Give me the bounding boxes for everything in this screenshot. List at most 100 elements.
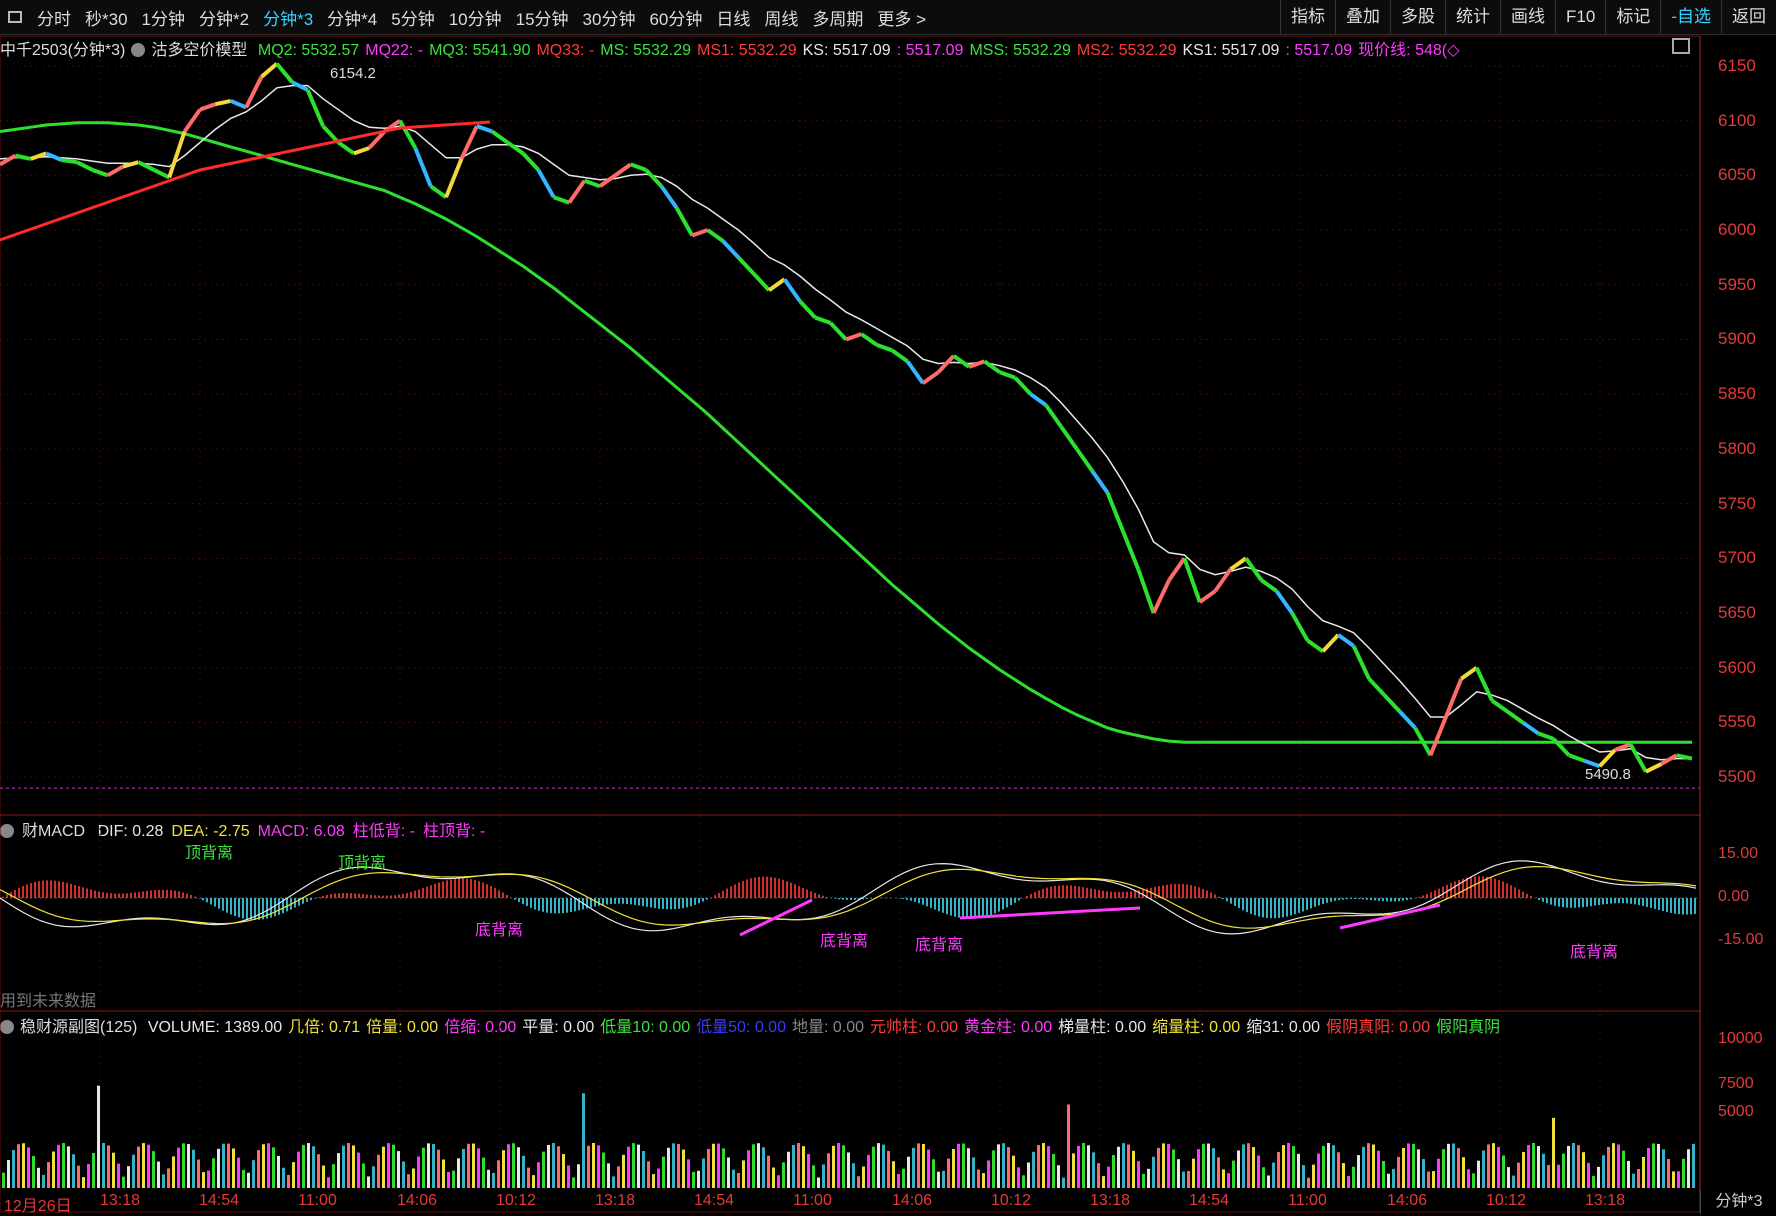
time-axis-label: 13:18	[100, 1192, 140, 1210]
price-segment	[1154, 580, 1169, 613]
price-segment	[769, 279, 784, 290]
price-segment	[1646, 764, 1661, 772]
ma-white-line	[0, 86, 1692, 760]
price-segment	[692, 230, 707, 235]
price-axis-label: 5550	[1718, 712, 1756, 732]
price-segment	[661, 186, 676, 208]
time-axis-label: 14:06	[1387, 1192, 1427, 1210]
price-segment	[923, 372, 938, 383]
macd-axis-label: -15.00	[1718, 931, 1763, 949]
dea-line	[0, 867, 1696, 929]
price-axis-label: 5650	[1718, 603, 1756, 623]
price-segment	[1323, 635, 1338, 651]
price-axis-label: 5500	[1718, 767, 1756, 787]
price-segment	[1246, 558, 1261, 580]
price-segment	[738, 257, 753, 273]
price-axis-label: 5700	[1718, 548, 1756, 568]
price-segment	[585, 181, 600, 186]
price-segment	[1077, 449, 1092, 471]
price-segment	[646, 170, 661, 186]
volume-axis-label: 7500	[1718, 1075, 1754, 1093]
price-segment	[1123, 531, 1138, 569]
time-axis-label: 14:54	[199, 1192, 239, 1210]
price-segment	[677, 208, 692, 235]
volume-axis-label: 10000	[1718, 1030, 1763, 1048]
price-segment	[400, 121, 415, 148]
price-segment	[415, 148, 430, 186]
price-segment	[477, 126, 492, 131]
price-segment	[446, 159, 461, 197]
price-segment	[754, 274, 769, 290]
price-segment	[1369, 679, 1384, 695]
price-segment	[215, 101, 230, 104]
time-axis-label: 11:00	[1288, 1192, 1327, 1210]
price-axis-label: 5600	[1718, 658, 1756, 678]
timeframe-indicator[interactable]: 分钟*3	[1700, 1190, 1776, 1214]
price-segment	[1507, 712, 1522, 723]
price-segment	[615, 164, 630, 175]
high-price-label: 6154.2	[330, 65, 376, 82]
price-axis-label: 6100	[1718, 111, 1756, 131]
price-axis-label: 5900	[1718, 329, 1756, 349]
volume-axis-label: 5000	[1718, 1103, 1754, 1121]
price-axis-label: 5850	[1718, 384, 1756, 404]
low-price-label: 5490.8	[1585, 766, 1631, 783]
divergence-label: 底背离	[915, 936, 963, 954]
time-axis-label: 10:12	[496, 1192, 536, 1210]
price-segment	[1261, 580, 1276, 591]
price-segment	[1400, 712, 1415, 728]
time-axis-label: 13:18	[595, 1192, 635, 1210]
price-segment	[62, 160, 77, 162]
price-segment	[1569, 755, 1584, 760]
ma-green-line	[0, 123, 1692, 742]
price-segment	[969, 361, 984, 366]
ma-red-line	[0, 122, 490, 240]
price-axis-label: 5950	[1718, 275, 1756, 295]
price-segment	[31, 153, 46, 158]
price-segment	[800, 301, 815, 317]
price-segment	[723, 241, 738, 257]
price-segment	[354, 148, 369, 153]
price-segment	[954, 356, 969, 367]
price-segment	[0, 156, 15, 165]
time-axis-label: 13:18	[1585, 1192, 1625, 1210]
price-segment	[861, 334, 876, 345]
price-segment	[831, 323, 846, 339]
price-segment	[1307, 640, 1322, 651]
price-segment	[554, 197, 569, 202]
time-axis-label: 13:18	[1090, 1192, 1130, 1210]
chart-canvas[interactable]: 6154.25490.8顶背离顶背离底背离底背离底背离底背离	[0, 0, 1776, 1214]
price-segment	[1000, 372, 1015, 377]
price-segment	[1354, 646, 1369, 679]
price-segment	[569, 181, 584, 203]
price-segment	[92, 170, 107, 175]
price-segment	[169, 132, 184, 178]
price-axis-label: 6150	[1718, 56, 1756, 76]
price-segment	[1338, 635, 1353, 646]
price-axis-label: 5750	[1718, 494, 1756, 514]
price-axis-label: 6050	[1718, 165, 1756, 185]
volume-bars	[2, 1086, 1695, 1188]
price-segment	[1031, 394, 1046, 405]
time-axis-label: 14:54	[694, 1192, 734, 1210]
price-segment	[892, 350, 907, 361]
price-segment	[708, 230, 723, 241]
price-segment	[877, 345, 892, 350]
price-segment	[1277, 591, 1292, 613]
price-segment	[523, 153, 538, 169]
price-segment	[154, 170, 169, 178]
price-segment	[1200, 591, 1215, 602]
price-segment	[261, 64, 276, 77]
price-segment	[1431, 717, 1446, 755]
price-segment	[631, 164, 646, 169]
macd-axis-label: 0.00	[1718, 888, 1749, 906]
price-segment	[1461, 668, 1476, 679]
price-segment	[200, 104, 215, 109]
price-segment	[508, 142, 523, 153]
divergence-label: 顶背离	[185, 844, 233, 862]
price-segment	[1523, 722, 1538, 733]
price-axis-label: 5800	[1718, 439, 1756, 459]
price-segment	[1184, 558, 1199, 602]
price-segment	[1538, 733, 1553, 738]
price-segment	[1015, 378, 1030, 394]
